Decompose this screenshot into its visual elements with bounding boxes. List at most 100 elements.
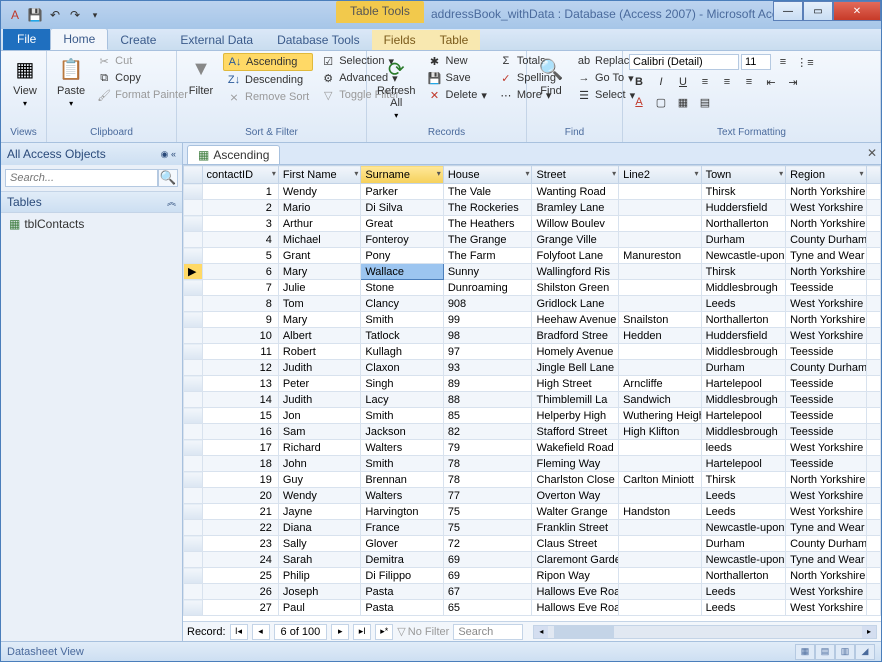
- column-dropdown-icon[interactable]: ▾: [354, 169, 358, 178]
- column-header[interactable]: Line2▾: [619, 166, 701, 184]
- cell[interactable]: Durham: [701, 232, 786, 248]
- table-row[interactable]: 1WendyParkerThe ValeWanting RoadThirskNo…: [184, 184, 881, 200]
- table-row[interactable]: 7JulieStoneDunroamingShilston GreenMiddl…: [184, 280, 881, 296]
- font-size-select[interactable]: 11: [741, 54, 771, 70]
- recnav-last-button[interactable]: ▸I: [353, 624, 371, 640]
- cell[interactable]: Hallows Eve Road: [532, 600, 619, 616]
- cell[interactable]: Pasta: [361, 600, 443, 616]
- cell[interactable]: 27: [202, 600, 278, 616]
- cell[interactable]: 72: [443, 536, 532, 552]
- column-dropdown-icon[interactable]: ▾: [695, 169, 699, 178]
- cell[interactable]: Hartelepool: [701, 376, 786, 392]
- nav-search-button[interactable]: 🔍: [158, 169, 178, 187]
- cell[interactable]: Franklin Street: [532, 520, 619, 536]
- table-row[interactable]: 12JudithClaxon93Jingle Bell LaneDurhamCo…: [184, 360, 881, 376]
- cell[interactable]: [619, 264, 701, 280]
- cell[interactable]: Ripon Way: [532, 568, 619, 584]
- cell[interactable]: 97: [443, 344, 532, 360]
- row-header[interactable]: [184, 216, 203, 232]
- cell[interactable]: Middlesbrough: [701, 280, 786, 296]
- cell[interactable]: Wendy: [278, 184, 360, 200]
- cell[interactable]: 23: [202, 536, 278, 552]
- scroll-left-icon[interactable]: ◂: [534, 626, 548, 638]
- numbering-icon[interactable]: ⋮≡: [795, 53, 815, 71]
- column-dropdown-icon[interactable]: ▾: [860, 169, 864, 178]
- nav-category-tables[interactable]: Tables ︽: [1, 191, 182, 213]
- row-header[interactable]: [184, 568, 203, 584]
- cell[interactable]: Parker: [361, 184, 443, 200]
- table-row[interactable]: ▶6MaryWallaceSunnyWallingford RisThirskN…: [184, 264, 881, 280]
- cell[interactable]: Newcastle-upon: [701, 552, 786, 568]
- row-header[interactable]: [184, 296, 203, 312]
- cell[interactable]: 22: [202, 520, 278, 536]
- cell[interactable]: Arncliffe: [619, 376, 701, 392]
- cell[interactable]: Claremont Gardens: [532, 552, 619, 568]
- cell[interactable]: 75: [443, 520, 532, 536]
- column-dropdown-icon[interactable]: ▾: [437, 169, 441, 178]
- cell[interactable]: Peter: [278, 376, 360, 392]
- cell[interactable]: [619, 520, 701, 536]
- datasheet-grid[interactable]: contactID▾First Name▾Surname▾House▾Stree…: [183, 165, 881, 621]
- cell[interactable]: Leeds: [701, 584, 786, 600]
- cell[interactable]: West Yorkshire: [786, 328, 866, 344]
- cell[interactable]: 18: [202, 456, 278, 472]
- table-row[interactable]: 5GrantPonyThe FarmFolyfoot LaneManuresto…: [184, 248, 881, 264]
- row-header[interactable]: [184, 472, 203, 488]
- cell[interactable]: 78: [443, 456, 532, 472]
- cell[interactable]: Stafford Street: [532, 424, 619, 440]
- cell[interactable]: Albert: [278, 328, 360, 344]
- table-row[interactable]: 8TomClancy908Gridlock LaneLeedsWest York…: [184, 296, 881, 312]
- tab-table[interactable]: Table: [428, 30, 481, 50]
- table-row[interactable]: 17RichardWalters79Wakefield RoadleedsWes…: [184, 440, 881, 456]
- recnav-nofilter[interactable]: ▽No Filter: [397, 625, 449, 638]
- align-center-button[interactable]: ≡: [717, 73, 737, 91]
- close-button[interactable]: ✕: [833, 1, 881, 21]
- row-header[interactable]: [184, 408, 203, 424]
- cell[interactable]: Walter Grange: [532, 504, 619, 520]
- cell[interactable]: Hartelepool: [701, 456, 786, 472]
- table-row[interactable]: 2MarioDi SilvaThe RockeriesBramley LaneH…: [184, 200, 881, 216]
- cell[interactable]: 89: [443, 376, 532, 392]
- table-row[interactable]: 14JudithLacy88Thimblemill LaSandwichMidd…: [184, 392, 881, 408]
- minimize-button[interactable]: —: [773, 1, 803, 21]
- cell[interactable]: 78: [443, 472, 532, 488]
- view-pivottable-icon[interactable]: ▤: [815, 644, 835, 660]
- cell[interactable]: Claxon: [361, 360, 443, 376]
- cell[interactable]: North Yorkshire: [786, 472, 866, 488]
- tab-fields[interactable]: Fields: [372, 30, 428, 50]
- cell[interactable]: [619, 296, 701, 312]
- cell[interactable]: Thirsk: [701, 472, 786, 488]
- italic-button[interactable]: I: [651, 73, 671, 91]
- row-header[interactable]: [184, 200, 203, 216]
- table-row[interactable]: 22DianaFrance75Franklin StreetNewcastle-…: [184, 520, 881, 536]
- recnav-search-input[interactable]: Search: [453, 624, 523, 640]
- cell[interactable]: North Yorkshire: [786, 216, 866, 232]
- cell[interactable]: 67: [443, 584, 532, 600]
- redo-icon[interactable]: ↷: [67, 7, 83, 23]
- cell[interactable]: 98: [443, 328, 532, 344]
- cell[interactable]: North Yorkshire: [786, 568, 866, 584]
- row-header[interactable]: [184, 440, 203, 456]
- cell[interactable]: Manureston: [619, 248, 701, 264]
- recnav-new-button[interactable]: ▸*: [375, 624, 393, 640]
- cell[interactable]: Grant: [278, 248, 360, 264]
- cell[interactable]: Clancy: [361, 296, 443, 312]
- cell[interactable]: Dunroaming: [443, 280, 532, 296]
- cell[interactable]: [619, 584, 701, 600]
- column-header[interactable]: contactID▾: [202, 166, 278, 184]
- cell[interactable]: 6: [202, 264, 278, 280]
- cell[interactable]: Charlston Close: [532, 472, 619, 488]
- undo-icon[interactable]: ↶: [47, 7, 63, 23]
- cell[interactable]: [619, 280, 701, 296]
- row-header[interactable]: [184, 232, 203, 248]
- cell[interactable]: Northallerton: [701, 568, 786, 584]
- cell[interactable]: Wakefield Road: [532, 440, 619, 456]
- recnav-position[interactable]: 6 of 100: [274, 624, 328, 640]
- row-header[interactable]: [184, 504, 203, 520]
- cell[interactable]: Snailston: [619, 312, 701, 328]
- save-icon[interactable]: 💾: [27, 7, 43, 23]
- cell[interactable]: Wanting Road: [532, 184, 619, 200]
- cell[interactable]: Richard: [278, 440, 360, 456]
- cell[interactable]: [619, 488, 701, 504]
- cell[interactable]: North Yorkshire: [786, 264, 866, 280]
